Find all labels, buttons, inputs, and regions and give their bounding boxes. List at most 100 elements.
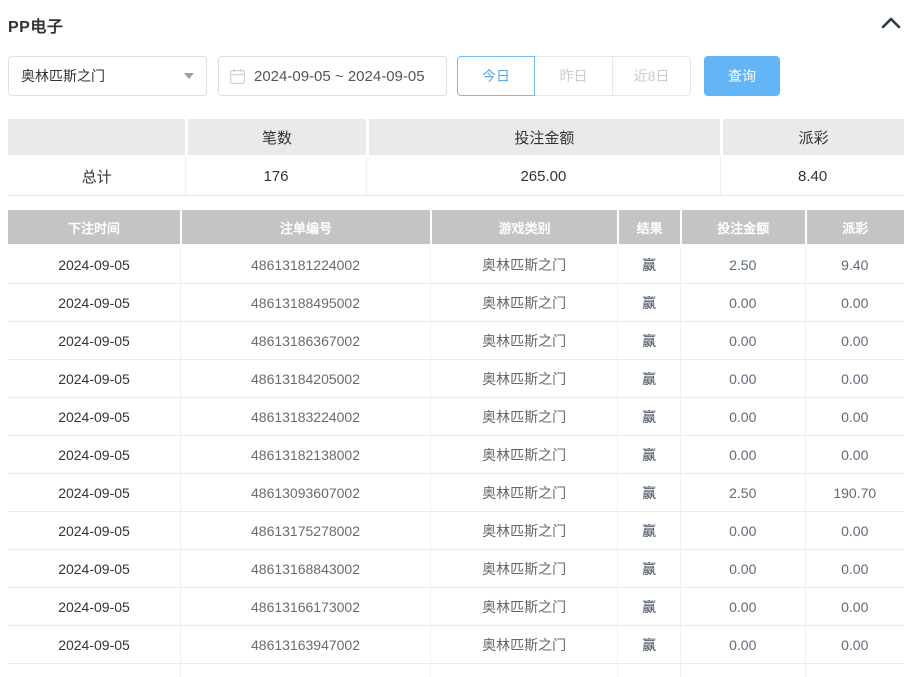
- summary-header-count: 笔数: [185, 119, 365, 157]
- cell-bet-amount: 0.00: [680, 398, 805, 436]
- summary-header-payout: 派彩: [720, 119, 904, 157]
- table-row: 2024-09-05 48613188495002 奥林匹斯之门 赢 0.00 …: [8, 284, 904, 322]
- cell-bet-amount: 2.50: [680, 246, 805, 284]
- game-select-value: 奥林匹斯之门: [21, 66, 105, 86]
- cell-bet-time: 2024-09-05: [8, 474, 180, 512]
- cell-game: 奥林匹斯之门: [430, 398, 617, 436]
- summary-header-bet-amount: 投注金额: [366, 119, 721, 157]
- cell-bet-time: 2024-09-05: [8, 626, 180, 664]
- summary-table: 笔数 投注金额 派彩 总计 176 265.00 8.40: [8, 119, 904, 196]
- cell-bet-time: 2024-09-05: [8, 550, 180, 588]
- cell-bet-amount: 0.00: [680, 360, 805, 398]
- cell-bet-time: 2024-09-05: [8, 322, 180, 360]
- cell-bet-amount: 0.00: [680, 512, 805, 550]
- table-row: 2024-09-05 48613163947002 奥林匹斯之门 赢 0.00 …: [8, 626, 904, 664]
- cell-bet-id: 48613168843002: [180, 550, 430, 588]
- cell-bet-id: 48613181224002: [180, 246, 430, 284]
- cell-bet-amount: 0.00: [680, 626, 805, 664]
- cell-payout: 0.00: [805, 436, 905, 474]
- table-row: 2024-09-05 48613166173002 奥林匹斯之门 赢 0.00 …: [8, 588, 904, 626]
- cell-payout: 0.00: [805, 550, 905, 588]
- summary-header-blank: [8, 119, 185, 157]
- cell-payout: 0.00: [805, 588, 905, 626]
- cell-bet-amount: 0.00: [680, 588, 805, 626]
- bet-header-bet-amount: 投注金额: [680, 210, 805, 246]
- bet-header-payout: 派彩: [805, 210, 905, 246]
- bet-table-partial-row: [8, 664, 904, 677]
- table-row: 2024-09-05 48613184205002 奥林匹斯之门 赢 0.00 …: [8, 360, 904, 398]
- cell-bet-id: 48613182138002: [180, 436, 430, 474]
- chevron-up-icon: [881, 16, 901, 34]
- query-button[interactable]: 查询: [704, 56, 780, 96]
- cell-bet-time: 2024-09-05: [8, 246, 180, 284]
- bet-records-table: 下注时间 注单编号 游戏类别 结果 投注金额 派彩 2024-09-05 486…: [8, 210, 904, 677]
- yesterday-button[interactable]: 昨日: [535, 56, 613, 96]
- collapse-panel-button[interactable]: [878, 15, 904, 35]
- title-bar: PP电子: [8, 13, 904, 37]
- cell-result: 赢: [617, 284, 680, 322]
- cell-game: 奥林匹斯之门: [430, 284, 617, 322]
- cell-payout: 9.40: [805, 246, 905, 284]
- cell-bet-id: 48613188495002: [180, 284, 430, 322]
- cell-payout: 190.70: [805, 474, 905, 512]
- cell-game: 奥林匹斯之门: [430, 588, 617, 626]
- table-row: 2024-09-05 48613093607002 奥林匹斯之门 赢 2.50 …: [8, 474, 904, 512]
- table-row: 2024-09-05 48613183224002 奥林匹斯之门 赢 0.00 …: [8, 398, 904, 436]
- cell-result: 赢: [617, 550, 680, 588]
- cell-game: 奥林匹斯之门: [430, 360, 617, 398]
- cell-bet-time: 2024-09-05: [8, 436, 180, 474]
- cell-bet-id: 48613183224002: [180, 398, 430, 436]
- table-row: 2024-09-05 48613181224002 奥林匹斯之门 赢 2.50 …: [8, 246, 904, 284]
- game-select[interactable]: 奥林匹斯之门: [8, 56, 207, 96]
- bet-table-header-row: 下注时间 注单编号 游戏类别 结果 投注金额 派彩: [8, 210, 904, 246]
- cell-result: 赢: [617, 512, 680, 550]
- cell-bet-amount: 0.00: [680, 322, 805, 360]
- summary-total-payout: 8.40: [720, 157, 904, 196]
- cell-bet-id: 48613186367002: [180, 322, 430, 360]
- bet-header-time: 下注时间: [8, 210, 180, 246]
- cell-payout: 0.00: [805, 512, 905, 550]
- cell-game: 奥林匹斯之门: [430, 436, 617, 474]
- calendar-icon: [229, 68, 246, 85]
- cell-bet-time: 2024-09-05: [8, 360, 180, 398]
- caret-down-icon: [184, 73, 194, 79]
- cell-game: 奥林匹斯之门: [430, 322, 617, 360]
- cell-bet-time: 2024-09-05: [8, 512, 180, 550]
- cell-game: 奥林匹斯之门: [430, 246, 617, 284]
- cell-bet-amount: 2.50: [680, 474, 805, 512]
- table-row: 2024-09-05 48613168843002 奥林匹斯之门 赢 0.00 …: [8, 550, 904, 588]
- summary-header-row: 笔数 投注金额 派彩: [8, 119, 904, 157]
- cell-payout: 0.00: [805, 284, 905, 322]
- cell-bet-amount: 0.00: [680, 284, 805, 322]
- cell-game: 奥林匹斯之门: [430, 626, 617, 664]
- cell-bet-id: 48613175278002: [180, 512, 430, 550]
- table-row: 2024-09-05 48613182138002 奥林匹斯之门 赢 0.00 …: [8, 436, 904, 474]
- summary-total-label: 总计: [8, 157, 185, 196]
- summary-total-count: 176: [185, 157, 365, 196]
- cell-result: 赢: [617, 436, 680, 474]
- last-8-days-button[interactable]: 近8日: [613, 56, 691, 96]
- cell-bet-time: 2024-09-05: [8, 588, 180, 626]
- cell-bet-id: 48613166173002: [180, 588, 430, 626]
- cell-bet-amount: 0.00: [680, 436, 805, 474]
- cell-result: 赢: [617, 588, 680, 626]
- cell-bet-time: 2024-09-05: [8, 284, 180, 322]
- table-row: 2024-09-05 48613186367002 奥林匹斯之门 赢 0.00 …: [8, 322, 904, 360]
- cell-payout: 0.00: [805, 626, 905, 664]
- cell-game: 奥林匹斯之门: [430, 474, 617, 512]
- filter-row: 奥林匹斯之门 2024-09-05 ~ 2024-09-05 今日 昨日 近8日…: [8, 56, 904, 96]
- cell-result: 赢: [617, 474, 680, 512]
- today-button[interactable]: 今日: [457, 56, 535, 96]
- bet-header-result: 结果: [617, 210, 680, 246]
- cell-result: 赢: [617, 360, 680, 398]
- cell-bet-id: 48613163947002: [180, 626, 430, 664]
- cell-game: 奥林匹斯之门: [430, 512, 617, 550]
- cell-result: 赢: [617, 322, 680, 360]
- summary-total-bet-amount: 265.00: [366, 157, 721, 196]
- date-range-picker[interactable]: 2024-09-05 ~ 2024-09-05: [218, 56, 447, 96]
- quick-date-buttons: 今日 昨日 近8日: [457, 56, 691, 96]
- cell-payout: 0.00: [805, 398, 905, 436]
- cell-result: 赢: [617, 398, 680, 436]
- bet-table-body: 2024-09-05 48613181224002 奥林匹斯之门 赢 2.50 …: [8, 246, 904, 664]
- summary-total-row: 总计 176 265.00 8.40: [8, 157, 904, 196]
